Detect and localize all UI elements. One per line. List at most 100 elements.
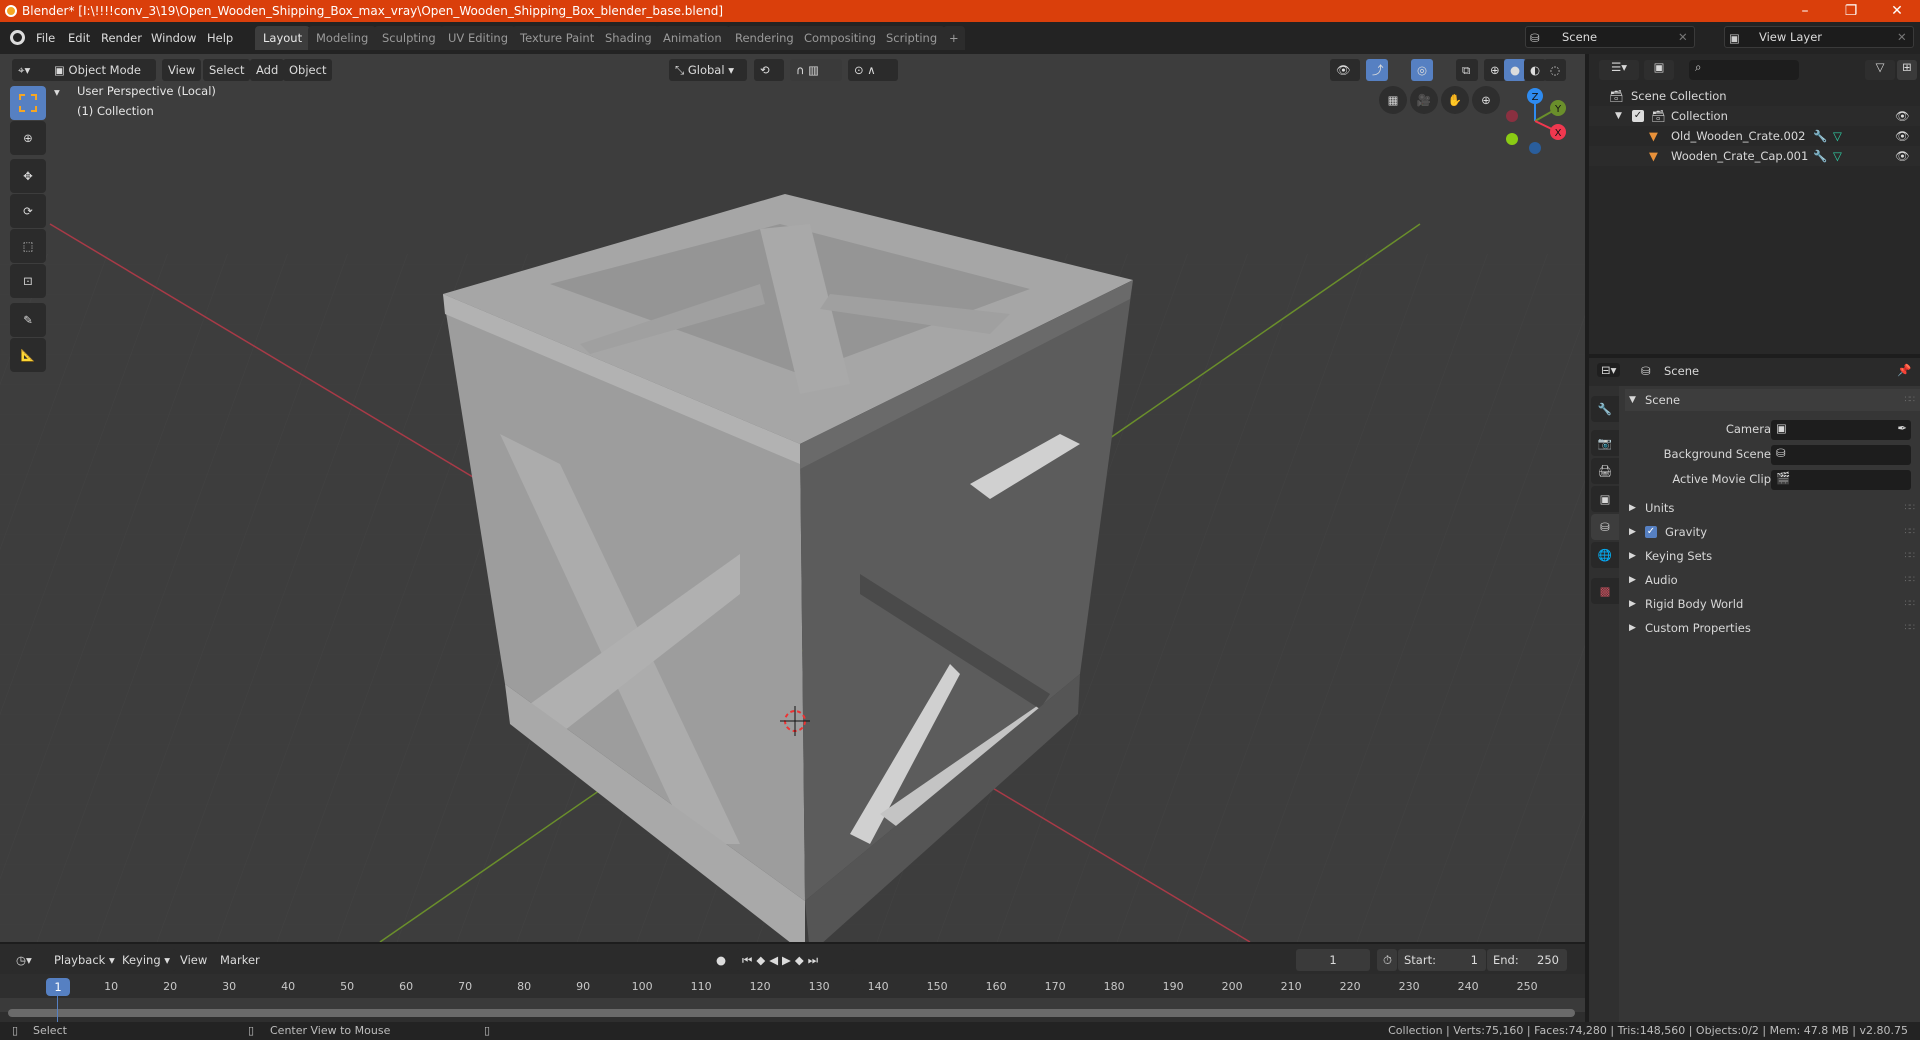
blender-menu-icon[interactable] <box>10 30 25 45</box>
navigation-gizmo[interactable]: Z Y X <box>1500 86 1570 156</box>
pan-view-button[interactable]: ✋ <box>1441 86 1469 114</box>
tab-rendering[interactable]: Rendering <box>727 26 802 50</box>
menu-render[interactable]: Render <box>95 28 148 48</box>
tab-output[interactable]: 🖨 <box>1591 458 1619 484</box>
visibility-eye-icon[interactable]: 👁 <box>1895 106 1910 126</box>
maximize-button[interactable]: ❐ <box>1828 0 1874 22</box>
zoom-view-button[interactable]: ⊕ <box>1472 86 1500 114</box>
modifier-wrench-icon[interactable]: 🔧 <box>1813 146 1827 166</box>
viewport-menu-object[interactable]: Object <box>283 59 333 81</box>
scene-selector[interactable]: ⛁ Scene ✕ <box>1525 26 1695 48</box>
overlay-toggle[interactable]: ◎ <box>1411 59 1433 81</box>
tab-animation[interactable]: Animation <box>655 26 730 50</box>
tool-annotate[interactable]: ✎ <box>10 303 46 337</box>
outliner-collection[interactable]: ▼ ✓ 🗃 Collection 👁 <box>1589 106 1920 126</box>
mode-selector[interactable]: ▣ Object Mode ▾ <box>48 59 156 99</box>
3d-viewport[interactable]: ⌖▾ ▣ Object Mode ▾ View Select Add Objec… <box>0 54 1585 942</box>
tab-scene[interactable]: ⛁ <box>1591 514 1619 540</box>
tab-texture-paint[interactable]: Texture Paint <box>512 26 603 50</box>
visibility-selector[interactable]: 👁 <box>1330 59 1360 81</box>
visibility-eye-icon[interactable]: 👁 <box>1895 126 1910 146</box>
viewport-menu-add[interactable]: Add <box>250 59 285 81</box>
start-frame-field[interactable]: Start: 1 <box>1398 949 1486 971</box>
frame-ruler[interactable]: 10 20 30 40 50 60 70 80 90 100 110 120 130 140 150 160 1… <box>0 976 1585 998</box>
tab-shading[interactable]: Shading <box>597 26 660 50</box>
drag-handle-icon[interactable]: ∷∷ <box>1905 497 1916 519</box>
modifier-wrench-icon[interactable]: 🔧 <box>1813 126 1827 146</box>
menu-window[interactable]: Window <box>145 28 202 48</box>
playhead-frame-indicator[interactable]: 1 <box>46 978 70 996</box>
menu-file[interactable]: File <box>30 28 61 48</box>
expand-icon[interactable]: ▼ <box>1615 106 1622 126</box>
mesh-data-icon[interactable]: ▽ <box>1833 146 1842 166</box>
outliner-object[interactable]: ▼ Old_Wooden_Crate.002 🔧 ▽ 👁 <box>1589 126 1920 146</box>
outliner-display-mode[interactable]: ☰▾ <box>1599 60 1639 80</box>
timeline-menu-playback[interactable]: Playback ▾ <box>48 949 121 971</box>
tool-transform[interactable]: ⊡ <box>10 264 46 298</box>
timeline-scrollbar[interactable] <box>8 1009 1575 1017</box>
editor-type-button[interactable]: ⌖▾ <box>12 59 52 81</box>
minimize-button[interactable]: – <box>1782 0 1828 22</box>
xray-toggle[interactable]: ⧉ <box>1456 59 1478 81</box>
outliner-scene-collection[interactable]: 🗃 Scene Collection <box>1589 86 1920 106</box>
tab-modeling[interactable]: Modeling <box>308 26 377 50</box>
camera-view-button[interactable]: 🎥 <box>1410 86 1438 114</box>
add-workspace-button[interactable]: + <box>943 26 965 50</box>
timeline-menu-view[interactable]: View <box>174 949 213 971</box>
pivot-point-button[interactable]: ⟲ <box>754 59 784 81</box>
shading-rendered[interactable]: ◌ <box>1544 59 1566 81</box>
tool-cursor[interactable]: ⊕ <box>10 121 46 155</box>
outliner-search-input[interactable]: ⌕ <box>1689 60 1799 80</box>
scene-close-icon[interactable]: ✕ <box>1678 27 1688 47</box>
visibility-eye-icon[interactable]: 👁 <box>1895 146 1910 166</box>
timeline-menu-keying[interactable]: Keying ▾ <box>116 949 177 971</box>
toggle-grid-button[interactable]: ▦ <box>1379 86 1407 114</box>
stopwatch-icon[interactable]: ⏱ <box>1377 949 1397 971</box>
playback-controls[interactable]: ⏮◆◀▶◆⏭ <box>736 949 854 971</box>
end-frame-field[interactable]: End: 250 <box>1487 949 1567 971</box>
viewport-menu-select[interactable]: Select <box>203 59 251 81</box>
transform-orientation-selector[interactable]: ⤡ Global ▾ <box>669 59 747 81</box>
record-button[interactable]: ● <box>710 949 732 971</box>
tab-world[interactable]: 🌐 <box>1591 542 1619 568</box>
tab-scripting[interactable]: Scripting <box>878 26 946 50</box>
tab-texture[interactable]: ▩ <box>1591 578 1619 604</box>
tab-tool[interactable]: 🔧 <box>1591 396 1619 422</box>
shading-wireframe[interactable]: ⊕ <box>1484 59 1506 81</box>
menu-help[interactable]: Help <box>201 28 239 48</box>
camera-field[interactable]: ▣ ✒ <box>1771 420 1911 440</box>
proportional-edit-toggle[interactable]: ⊙ ∧ <box>848 59 898 81</box>
background-scene-field[interactable]: ⛁ <box>1771 445 1911 465</box>
tab-uv-editing[interactable]: UV Editing <box>440 26 516 50</box>
tool-rotate[interactable]: ⟳ <box>10 194 46 228</box>
drag-handle-icon[interactable]: ∷∷ <box>1905 593 1916 615</box>
current-frame-field[interactable]: 1 <box>1296 949 1370 971</box>
drag-handle-icon[interactable]: ∷∷ <box>1905 545 1916 567</box>
drag-handle-icon[interactable]: ∷∷ <box>1905 521 1916 543</box>
properties-editor-type[interactable]: ⊟▾ <box>1597 363 1621 377</box>
panel-custom-properties[interactable]: ▶ Custom Properties ∷∷ <box>1625 617 1920 639</box>
tool-scale[interactable]: ⬚ <box>10 229 46 263</box>
close-button[interactable]: ✕ <box>1874 0 1920 22</box>
timeline-menu-marker[interactable]: Marker <box>214 949 266 971</box>
drag-handle-icon[interactable]: ∷∷ <box>1905 389 1916 411</box>
panel-audio[interactable]: ▶ Audio ∷∷ <box>1625 569 1920 591</box>
menu-edit[interactable]: Edit <box>62 28 96 48</box>
panel-units[interactable]: ▶ Units ∷∷ <box>1625 497 1920 519</box>
outliner-object[interactable]: ▼ Wooden_Crate_Cap.001 🔧 ▽ 👁 <box>1589 146 1920 166</box>
eyedropper-icon[interactable]: ✒ <box>1897 421 1907 435</box>
panel-scene[interactable]: ▼ Scene ∷∷ <box>1625 389 1920 411</box>
new-collection-button[interactable]: ⊞ <box>1897 60 1917 80</box>
gravity-checkbox[interactable]: ✓ <box>1645 526 1657 538</box>
tool-select-box[interactable] <box>10 86 46 120</box>
tool-measure[interactable]: 📐 <box>10 338 46 372</box>
shading-solid[interactable]: ● <box>1504 59 1526 81</box>
panel-gravity[interactable]: ▶ ✓ Gravity ∷∷ <box>1625 521 1920 543</box>
tab-sculpting[interactable]: Sculpting <box>374 26 444 50</box>
tab-view-layer[interactable]: ▣ <box>1591 486 1619 512</box>
snap-toggle[interactable]: ∩ ▥ <box>790 59 842 81</box>
tool-move[interactable]: ✥ <box>10 159 46 193</box>
timeline-editor-type[interactable]: ◷▾ <box>10 949 38 971</box>
tab-layout[interactable]: Layout <box>255 26 311 50</box>
panel-rigid-body-world[interactable]: ▶ Rigid Body World ∷∷ <box>1625 593 1920 615</box>
